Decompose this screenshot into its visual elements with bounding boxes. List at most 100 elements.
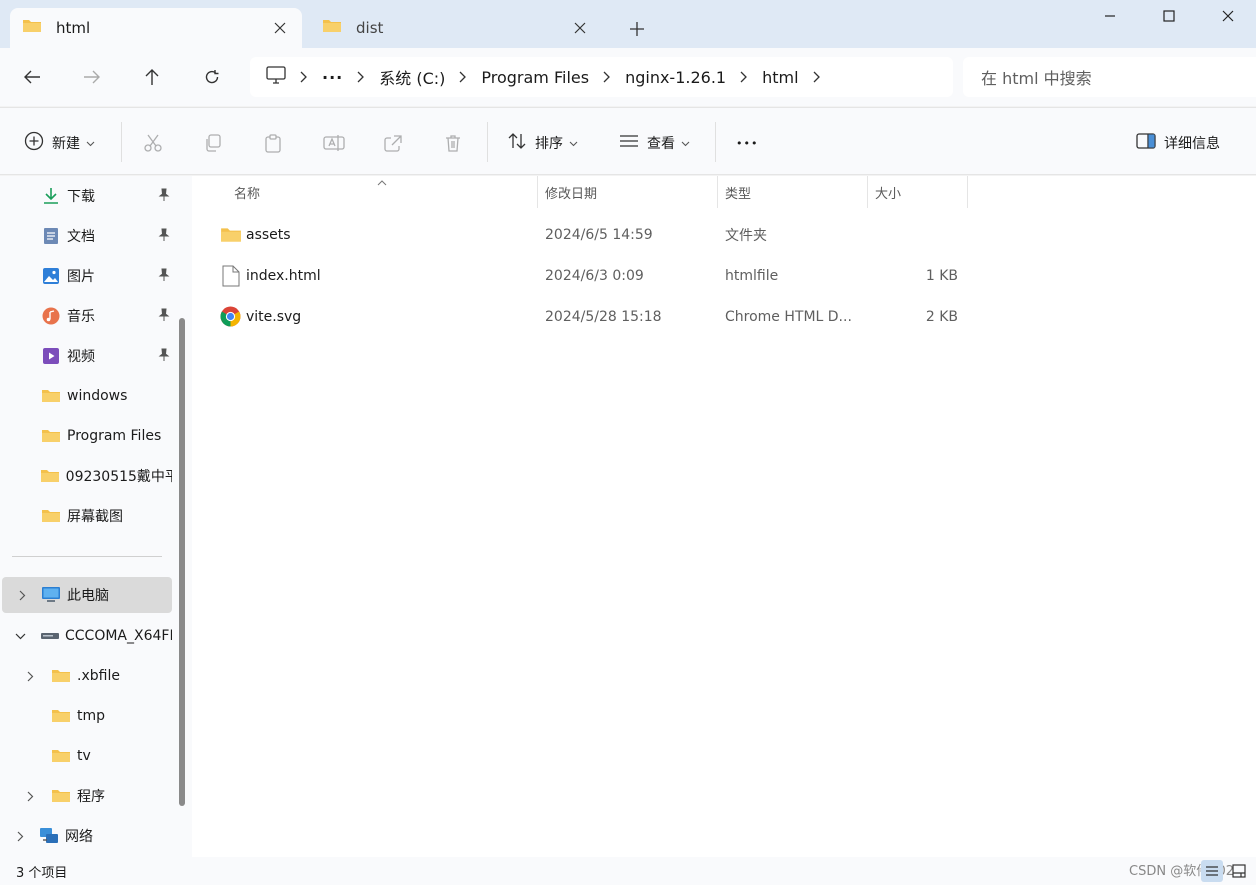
sidebar-item-label: 程序 xyxy=(77,789,105,805)
chevron-down-icon[interactable] xyxy=(12,628,28,644)
chevron-right-icon[interactable] xyxy=(14,587,30,603)
plus-circle-icon xyxy=(24,131,44,155)
sidebar-item-downloads[interactable]: 下载 xyxy=(0,178,172,214)
breadcrumb-overflow[interactable]: ··· xyxy=(322,68,343,87)
table-row[interactable]: vite.svg 2024/5/28 15:18 Chrome HTML D..… xyxy=(192,296,1256,337)
sidebar-item-videos[interactable]: 视频 xyxy=(0,338,172,374)
sort-label: 排序 xyxy=(535,136,563,152)
file-type: 文件夹 xyxy=(725,227,767,244)
view-button[interactable]: 查看 xyxy=(619,128,690,158)
pin-icon[interactable] xyxy=(158,268,170,286)
chevron-right-icon[interactable] xyxy=(732,71,756,83)
column-header-modified[interactable]: 修改日期 xyxy=(545,176,715,208)
delete-icon[interactable] xyxy=(443,128,463,158)
sidebar-item-pictures[interactable]: 图片 xyxy=(0,258,172,294)
pin-icon[interactable] xyxy=(158,348,170,366)
chevron-right-icon[interactable] xyxy=(595,71,619,83)
file-name: index.html xyxy=(246,267,321,284)
pin-icon[interactable] xyxy=(158,308,170,326)
table-row[interactable]: assets 2024/6/5 14:59 文件夹 xyxy=(192,214,1256,255)
file-modified: 2024/6/5 14:59 xyxy=(545,226,653,243)
sidebar-item-screenshots[interactable]: 屏幕截图 xyxy=(0,498,172,534)
sidebar-item-program-files[interactable]: Program Files xyxy=(0,418,172,454)
chevron-right-icon[interactable] xyxy=(349,71,373,83)
column-header-label: 名称 xyxy=(234,186,261,202)
sidebar-item-windows[interactable]: windows xyxy=(0,378,172,414)
file-modified: 2024/5/28 15:18 xyxy=(545,308,662,325)
sidebar-item-tmp[interactable]: tmp xyxy=(0,698,172,734)
breadcrumb-item[interactable]: Program Files xyxy=(481,68,589,87)
sidebar-item-label: tv xyxy=(77,748,91,764)
command-bar: 新建 排序 查看 ••• 详细信息 xyxy=(0,107,1256,175)
breadcrumb-item[interactable]: html xyxy=(762,68,798,87)
refresh-icon[interactable] xyxy=(196,62,228,92)
column-header-size[interactable]: 大小 xyxy=(875,176,965,208)
chevron-right-icon[interactable] xyxy=(292,71,316,83)
sidebar-scrollbar[interactable] xyxy=(179,318,185,806)
up-arrow-icon[interactable] xyxy=(136,62,168,92)
copy-icon[interactable] xyxy=(203,128,223,158)
column-divider[interactable] xyxy=(967,176,968,208)
sidebar-item-documents[interactable]: 文档 xyxy=(0,218,172,254)
cut-icon[interactable] xyxy=(143,128,163,158)
close-tab-icon[interactable] xyxy=(270,18,290,38)
document-icon xyxy=(40,225,62,247)
sidebar-item-this-pc[interactable]: 此电脑 xyxy=(2,577,172,613)
file-name: assets xyxy=(246,226,291,243)
separator xyxy=(715,122,716,162)
close-tab-icon[interactable] xyxy=(570,18,590,38)
back-arrow-icon[interactable] xyxy=(16,62,48,92)
tiles-view-icon[interactable] xyxy=(1228,860,1250,882)
pin-icon[interactable] xyxy=(158,228,170,246)
file-size xyxy=(875,214,958,255)
paste-icon[interactable] xyxy=(263,128,283,158)
column-divider[interactable] xyxy=(717,176,718,208)
sidebar-item-xbfile[interactable]: .xbfile xyxy=(0,658,172,694)
table-row[interactable]: index.html 2024/6/3 0:09 htmlfile 1 KB xyxy=(192,255,1256,296)
computer-icon[interactable] xyxy=(266,66,286,88)
sidebar-item-music[interactable]: 音乐 xyxy=(0,298,172,334)
details-view-icon[interactable] xyxy=(1201,860,1223,882)
column-header-type[interactable]: 类型 xyxy=(725,176,865,208)
column-header-label: 修改日期 xyxy=(545,186,598,202)
breadcrumb-item[interactable]: 系统 (C:) xyxy=(379,65,445,89)
details-button[interactable]: 详细信息 xyxy=(1136,128,1220,158)
sidebar-item-network[interactable]: 网络 xyxy=(0,818,172,854)
new-button[interactable]: 新建 xyxy=(24,128,95,158)
address-bar[interactable]: ··· 系统 (C:) Program Files nginx-1.26.1 h… xyxy=(250,57,953,97)
tab-dist[interactable]: dist xyxy=(310,8,602,48)
forward-arrow-icon[interactable] xyxy=(76,62,108,92)
chevron-down-icon xyxy=(569,135,578,151)
column-divider[interactable] xyxy=(537,176,538,208)
sidebar-item-tv[interactable]: tv xyxy=(0,738,172,774)
chevron-right-icon[interactable] xyxy=(22,788,38,804)
sidebar-item-drive[interactable]: CCCOMA_X64FRE xyxy=(0,618,172,654)
file-type: Chrome HTML D... xyxy=(725,308,852,325)
view-label: 查看 xyxy=(647,136,675,152)
share-icon[interactable] xyxy=(383,128,403,158)
minimize-icon[interactable] xyxy=(1080,0,1140,32)
sidebar-item-folder-09230515[interactable]: 09230515戴中平 xyxy=(0,458,172,494)
more-options-icon[interactable]: ••• xyxy=(736,128,758,158)
sidebar-item-programs[interactable]: 程序 xyxy=(0,778,172,814)
tab-label: html xyxy=(56,19,91,37)
tab-label: dist xyxy=(356,19,384,37)
folder-icon xyxy=(22,18,42,38)
search-input[interactable]: 在 html 中搜索 xyxy=(963,57,1256,97)
rename-icon[interactable] xyxy=(323,128,345,158)
chevron-right-icon[interactable] xyxy=(805,71,829,83)
navigation-bar: ··· 系统 (C:) Program Files nginx-1.26.1 h… xyxy=(0,48,1256,106)
close-icon[interactable] xyxy=(1198,0,1256,32)
tab-html[interactable]: html xyxy=(10,8,302,48)
maximize-icon[interactable] xyxy=(1139,0,1199,32)
column-divider[interactable] xyxy=(867,176,868,208)
chevron-down-icon xyxy=(86,135,95,151)
pin-icon[interactable] xyxy=(158,188,170,206)
new-tab-icon[interactable] xyxy=(622,14,652,44)
chevron-right-icon[interactable] xyxy=(12,828,28,844)
chevron-right-icon[interactable] xyxy=(22,668,38,684)
chevron-right-icon[interactable] xyxy=(451,71,475,83)
sidebar-item-label: 下载 xyxy=(67,189,95,205)
sort-button[interactable]: 排序 xyxy=(507,128,578,158)
breadcrumb-item[interactable]: nginx-1.26.1 xyxy=(625,68,726,87)
